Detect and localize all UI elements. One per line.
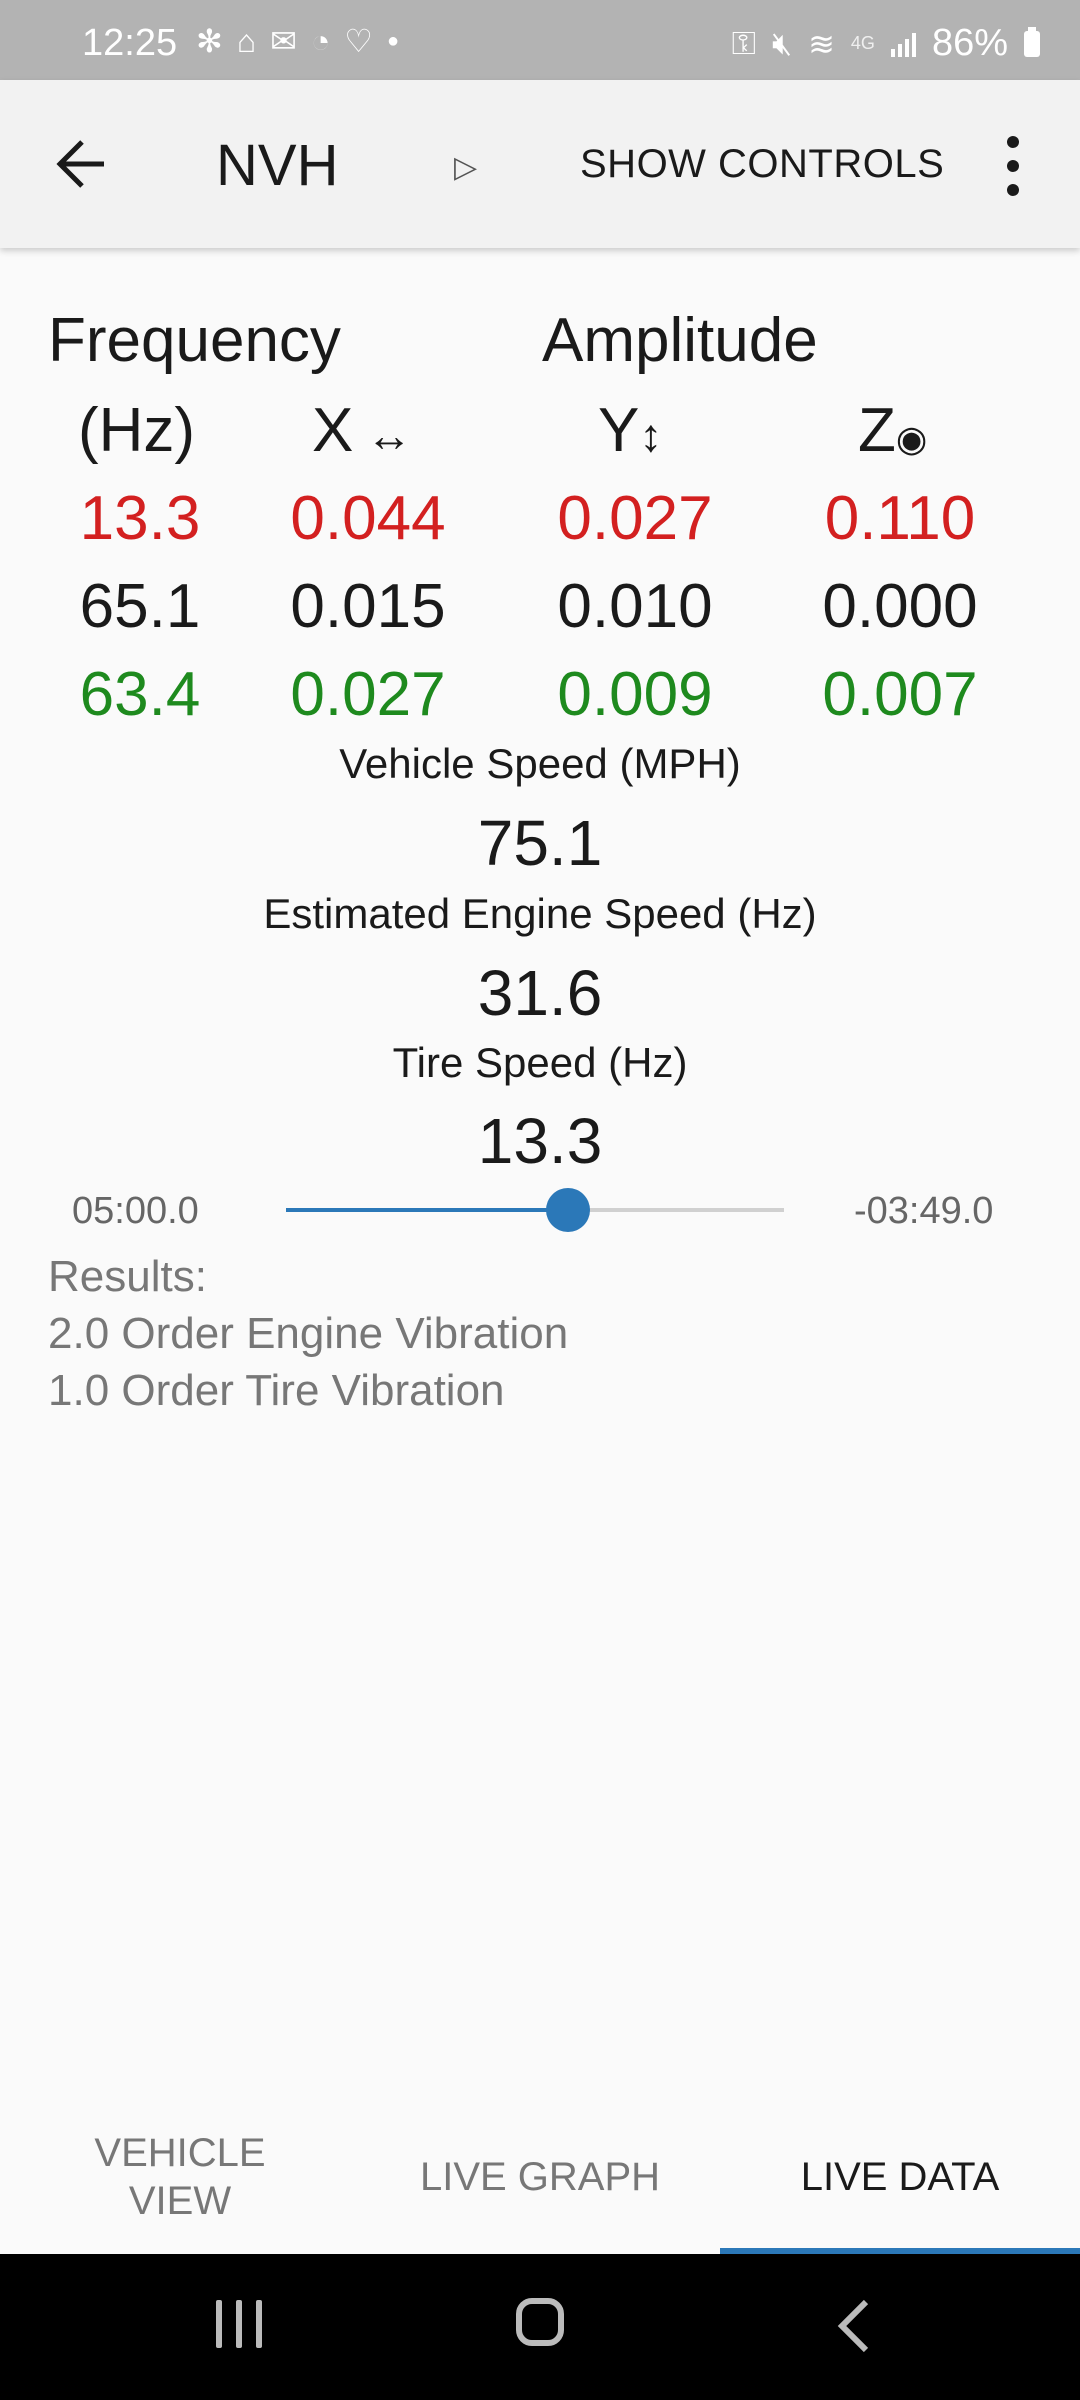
home-app-icon: ⌂ [236, 22, 257, 59]
show-controls-button[interactable]: SHOW CONTROLS [580, 142, 944, 187]
tab-vehicle-view[interactable]: VEHICLE VIEW [0, 2100, 360, 2254]
tab-label: LIVE DATA [800, 2155, 1000, 2199]
playback-slider[interactable] [286, 1188, 784, 1232]
x-axis-label: X [312, 396, 354, 465]
result-item: 2.0 Order Engine Vibration [48, 1309, 569, 1358]
signal-icon [890, 31, 916, 57]
results-heading: Results: [48, 1252, 207, 1301]
engine-speed-label: Estimated Engine Speed (Hz) [263, 890, 817, 937]
tab-live-data[interactable]: LIVE DATA [720, 2100, 1080, 2254]
result-item: 1.0 Order Tire Vibration [48, 1366, 505, 1415]
elapsed-time: 05:00.0 [72, 1190, 199, 1232]
mute-icon: 🔇︎ [771, 24, 793, 61]
notification-icons: ✻ ⌂ ✉ ◔ ♡ ● [196, 22, 399, 60]
mail-icon: ✉ [270, 23, 297, 59]
slider-thumb[interactable] [546, 1188, 591, 1232]
battery-icon [1024, 26, 1040, 57]
y-axis-label: Y [598, 396, 640, 465]
z-value: 0.000 [822, 572, 978, 641]
play-icon[interactable]: ▷ [454, 150, 477, 185]
network-type: 4G [850, 33, 875, 53]
vertical-arrow-icon: ↕ [639, 409, 663, 461]
key-icon: ⚿ [731, 24, 756, 61]
horizontal-arrow-icon: ↔ [353, 409, 413, 461]
battery-percent: 86% [931, 22, 1008, 64]
tire-speed-label: Tire Speed (Hz) [392, 1039, 688, 1086]
app-bar: NVH ▷ SHOW CONTROLS [0, 80, 1080, 248]
status-time: 12:25 [82, 22, 178, 64]
tab-live-graph[interactable]: LIVE GRAPH [360, 2100, 720, 2254]
overflow-menu-icon[interactable] [998, 136, 1028, 196]
out-of-plane-icon: ◉ [895, 418, 928, 459]
slider-fill [286, 1208, 569, 1212]
frequency-value: 65.1 [79, 572, 201, 641]
heart-icon: ♡ [344, 23, 373, 59]
frequency-value: 63.4 [79, 660, 201, 729]
vehicle-speed-value: 75.1 [477, 807, 603, 879]
dot-icon: ● [386, 29, 400, 52]
tab-label: LIVE GRAPH [419, 2155, 661, 2199]
z-axis-header: Z◉ [858, 395, 927, 466]
system-nav-bar [0, 2254, 1080, 2400]
hz-header: (Hz) [78, 396, 196, 465]
tab-bar: VEHICLE VIEW LIVE GRAPH LIVE DATA [0, 2100, 1080, 2254]
z-value: 0.007 [822, 660, 978, 729]
x-axis-header: X ↔ [312, 395, 412, 466]
home-icon[interactable] [516, 2298, 564, 2346]
y-axis-header: Y↕ [598, 395, 662, 466]
remaining-time: -03:49.0 [854, 1190, 994, 1232]
system-icons: ⚿ 🔇︎ ≋ 4G 86% [732, 22, 1040, 65]
y-value: 0.010 [557, 572, 713, 641]
y-value: 0.009 [557, 660, 713, 729]
page-title: NVH [216, 133, 339, 198]
amplitude-header: Amplitude [542, 306, 818, 375]
z-axis-label: Z [858, 396, 896, 465]
vehicle-speed-label: Vehicle Speed (MPH) [339, 740, 741, 787]
back-arrow-icon[interactable] [52, 134, 112, 194]
fan-icon: ✻ [196, 23, 223, 59]
engine-speed-value: 31.6 [477, 957, 603, 1029]
frequency-value: 13.3 [79, 484, 201, 553]
results-section: Results: 2.0 Order Engine Vibration 1.0 … [48, 1248, 568, 1419]
x-value: 0.027 [290, 660, 446, 729]
z-value: 0.110 [824, 484, 976, 553]
tire-speed-value: 13.3 [477, 1105, 603, 1177]
tab-label: VEHICLE VIEW [94, 2131, 266, 2223]
status-bar: 12:25 ✻ ⌂ ✉ ◔ ♡ ● ⚿ 🔇︎ ≋ 4G 86% [0, 0, 1080, 80]
frequency-header: Frequency [48, 306, 341, 375]
x-value: 0.044 [290, 484, 446, 553]
x-value: 0.015 [290, 572, 446, 641]
sync-icon: ◔ [310, 22, 331, 59]
back-icon[interactable] [826, 2294, 882, 2358]
wifi-icon: ≋ [808, 25, 835, 62]
recent-apps-icon[interactable] [216, 2300, 262, 2348]
y-value: 0.027 [557, 484, 713, 553]
